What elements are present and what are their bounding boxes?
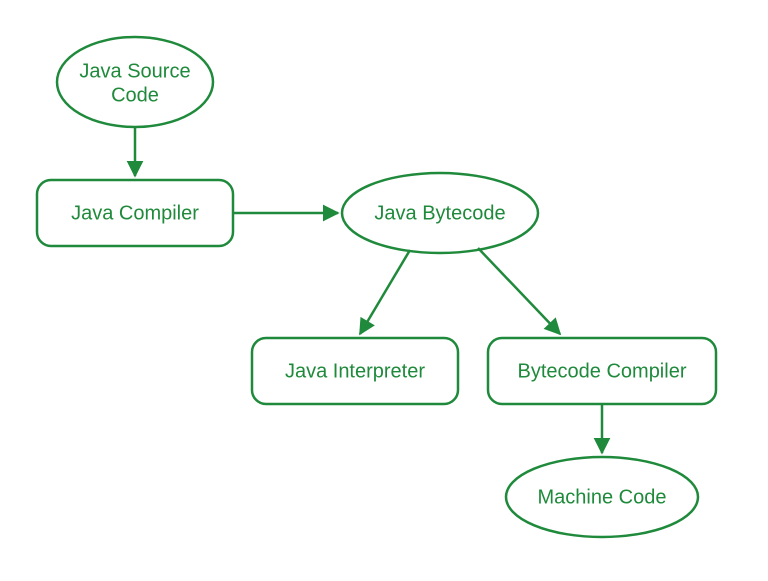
node-java-bytecode-label: Java Bytecode bbox=[374, 202, 505, 224]
node-java-interpreter-label: Java Interpreter bbox=[285, 360, 425, 382]
node-java-interpreter: Java Interpreter bbox=[252, 338, 458, 404]
node-machine-code-label: Machine Code bbox=[538, 486, 667, 508]
node-java-compiler-label: Java Compiler bbox=[71, 202, 199, 224]
node-bytecode-compiler: Bytecode Compiler bbox=[488, 338, 716, 404]
node-java-bytecode: Java Bytecode bbox=[342, 173, 538, 253]
node-machine-code: Machine Code bbox=[506, 457, 698, 537]
node-java-source-code: Java Source Code bbox=[57, 37, 213, 127]
node-bytecode-compiler-label: Bytecode Compiler bbox=[518, 360, 687, 382]
node-java-source-code-label-l2: Code bbox=[111, 84, 159, 106]
edge-bytecode-to-interpreter bbox=[360, 250, 410, 334]
node-java-source-code-label-l1: Java Source bbox=[79, 60, 190, 82]
node-java-compiler: Java Compiler bbox=[37, 180, 233, 246]
edge-bytecode-to-bcc bbox=[478, 248, 560, 334]
compilation-flow-diagram: Java Source Code Java Compiler Java Byte… bbox=[0, 0, 768, 581]
